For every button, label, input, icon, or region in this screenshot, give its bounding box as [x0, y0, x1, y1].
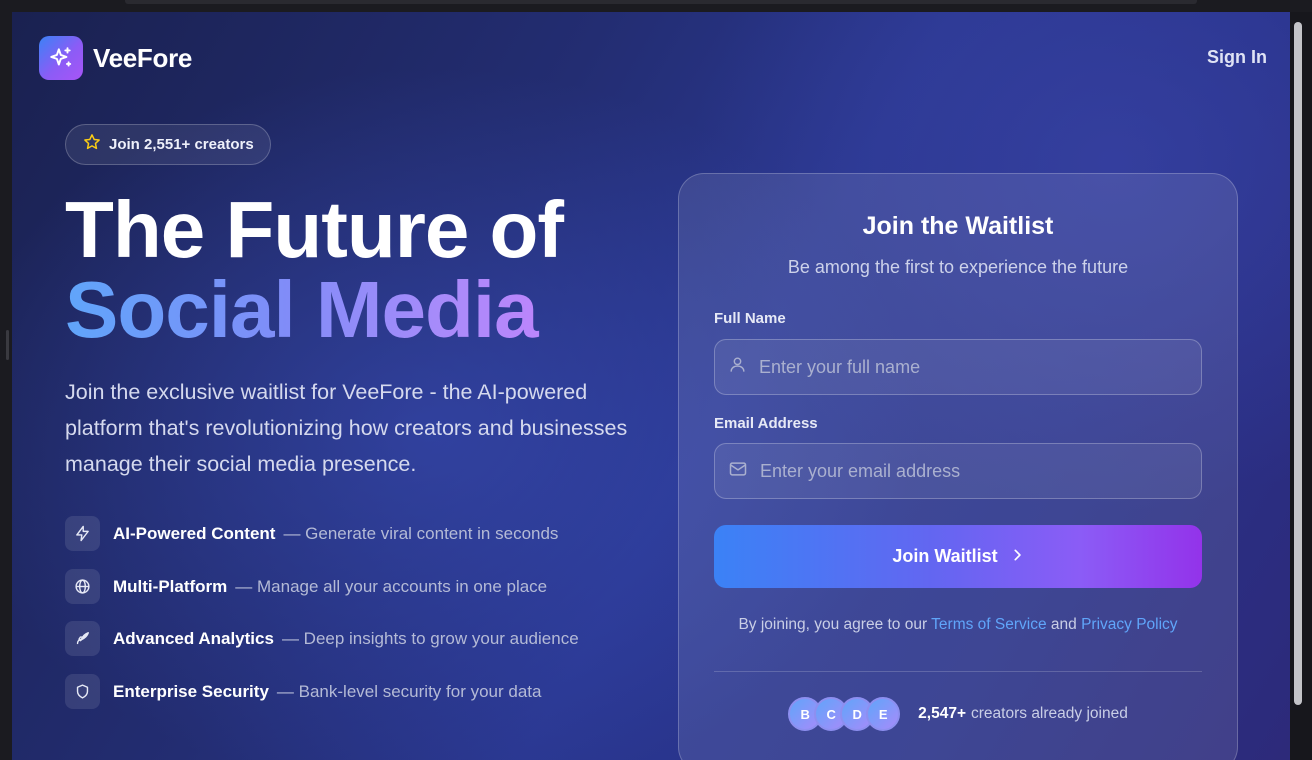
feature-title: AI-Powered Content: [113, 523, 276, 543]
feature-item: Multi-Platform — Manage all your account…: [65, 569, 547, 604]
resize-grip[interactable]: [6, 330, 9, 360]
browser-top-bar: [0, 0, 1312, 12]
full-name-input[interactable]: [759, 356, 1179, 378]
divider: [714, 671, 1202, 672]
waitlist-card: Join the Waitlist Be among the first to …: [678, 173, 1238, 760]
avatar: E: [866, 697, 901, 731]
full-name-label: Full Name: [714, 310, 786, 327]
lightning-icon: [65, 516, 100, 551]
email-field[interactable]: [714, 443, 1202, 499]
window-left-edge: [0, 0, 12, 760]
shield-icon: [65, 674, 100, 709]
scrollbar-thumb[interactable]: [1294, 22, 1302, 705]
globe-icon: [65, 569, 100, 604]
feature-desc: — Deep insights to grow your audience: [281, 628, 579, 648]
terms-prefix: By joining, you agree to our: [738, 616, 928, 633]
feature-title: Enterprise Security: [113, 681, 269, 701]
hero-description: Join the exclusive waitlist for VeeFore …: [65, 380, 628, 476]
join-waitlist-button[interactable]: Join Waitlist: [714, 525, 1202, 588]
sparkles-icon: [39, 36, 83, 80]
feature-item: AI-Powered Content — Generate viral cont…: [65, 516, 558, 551]
terms-and: and: [1050, 616, 1077, 633]
form-subtitle: Be among the first to experience the fut…: [787, 257, 1129, 277]
form-title: Join the Waitlist: [862, 212, 1054, 240]
join-waitlist-label: Join Waitlist: [892, 546, 998, 566]
feature-item: Advanced Analytics — Deep insights to gr…: [65, 621, 579, 656]
brand-name: VeeFore: [93, 42, 193, 73]
headline-line-2: Social Media: [65, 270, 563, 350]
joined-summary: B C D E 2,547+ creators already joined: [679, 697, 1237, 731]
headline-line-1: The Future of: [65, 185, 564, 274]
sign-in-link[interactable]: Sign In: [1207, 47, 1267, 68]
scrollbar[interactable]: [1290, 12, 1312, 760]
rocket-icon: [65, 621, 100, 656]
terms-of-service-link[interactable]: Terms of Service: [931, 616, 1046, 633]
tab-strip: [125, 0, 1197, 4]
user-icon: [728, 355, 747, 379]
feature-desc: — Bank-level security for your data: [276, 681, 542, 701]
feature-title: Advanced Analytics: [113, 628, 274, 648]
feature-item: Enterprise Security — Bank-level securit…: [65, 674, 541, 709]
star-icon: [83, 133, 101, 156]
avatar-stack: B C D E: [788, 697, 901, 731]
chevron-right-icon: [1010, 548, 1024, 565]
feature-title: Multi-Platform: [113, 576, 228, 596]
email-label: Email Address: [714, 415, 818, 432]
privacy-policy-link[interactable]: Privacy Policy: [1081, 616, 1177, 633]
email-input[interactable]: [760, 460, 1180, 482]
joined-count: 2,547+: [918, 705, 967, 722]
feature-desc: — Generate viral content in seconds: [283, 523, 559, 543]
page: VeeFore Sign In Join 2,551+ creators The…: [12, 12, 1290, 760]
full-name-field[interactable]: [714, 339, 1202, 395]
feature-desc: — Manage all your accounts in one place: [235, 576, 548, 596]
hero-headline: The Future of Social Media: [65, 185, 564, 350]
joined-text: creators already joined: [971, 705, 1128, 722]
terms-notice: By joining, you agree to our Terms of Se…: [679, 616, 1237, 634]
badge-text: Join 2,551+ creators: [109, 136, 254, 153]
creators-badge: Join 2,551+ creators: [65, 124, 271, 165]
brand[interactable]: VeeFore: [39, 36, 192, 80]
mail-icon: [728, 459, 748, 484]
